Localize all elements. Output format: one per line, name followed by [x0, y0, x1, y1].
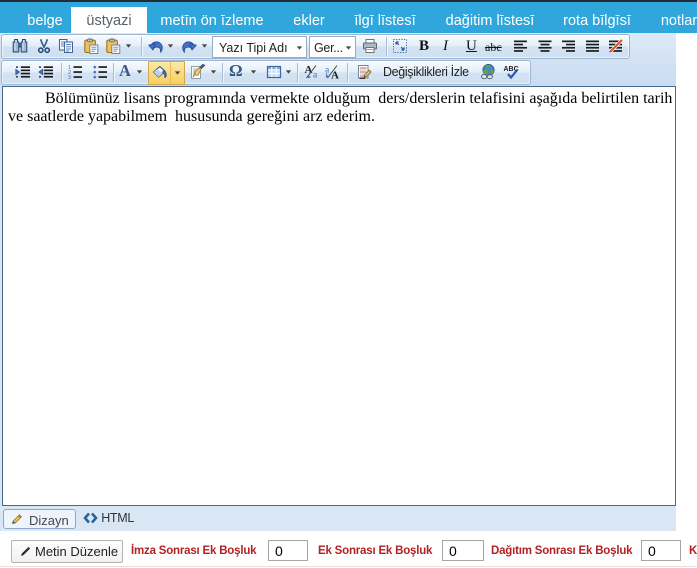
svg-text:3: 3 — [68, 75, 71, 80]
svg-text:a: a — [325, 66, 330, 76]
svg-text:A: A — [305, 64, 313, 76]
svg-text:a: a — [313, 71, 318, 81]
svg-text:A: A — [331, 70, 339, 81]
